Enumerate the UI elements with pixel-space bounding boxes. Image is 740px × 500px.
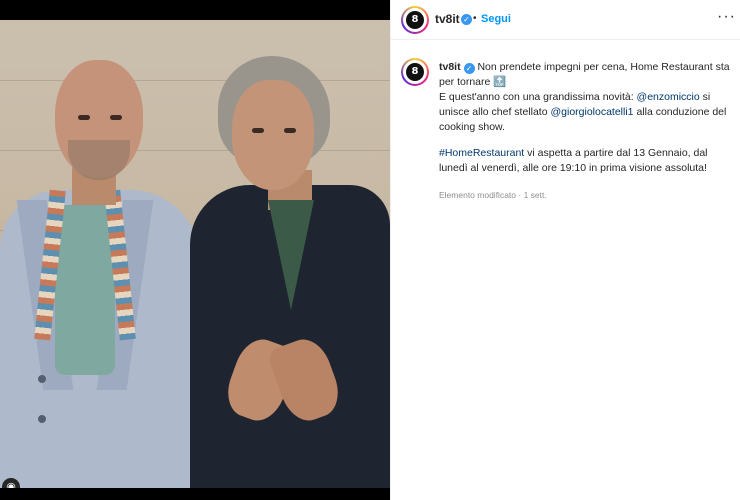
avatar-logo: 8 — [406, 11, 424, 29]
account-avatar[interactable]: 8 — [401, 6, 429, 34]
caption-line-1: Non prendete impegni per cena, Home Rest… — [439, 61, 730, 88]
caption-paragraph: tv8it ✓ Non prendete impegni per cena, H… — [439, 61, 730, 88]
verified-check-icon: ✓ — [461, 14, 472, 25]
post-side-panel: 8 tv8it ✓ • Segui ··· 8 tv8it ✓ Non pren… — [390, 0, 740, 500]
left-man-shirt — [55, 205, 115, 375]
right-man-head — [232, 80, 314, 190]
hashtag-homerestaurant[interactable]: #HomeRestaurant — [439, 147, 524, 159]
caption-avatar[interactable]: 8 — [401, 58, 429, 86]
caption-paragraph: E quest'anno con una grandissima novità:… — [439, 90, 735, 135]
left-man-eye — [110, 115, 122, 120]
follow-button[interactable]: Segui — [481, 13, 511, 25]
wall-line — [0, 80, 390, 81]
bottom-black-bar — [0, 488, 390, 500]
avatar-logo: 8 — [406, 63, 424, 81]
suit-button — [38, 375, 46, 383]
caption-paragraph: #HomeRestaurant vi aspetta a partire dal… — [439, 146, 735, 176]
caption-line-2-pre: E quest'anno con una grandissima novità: — [439, 91, 637, 103]
suit-button — [38, 415, 46, 423]
avatar-ring-inner: 8 — [403, 8, 427, 32]
avatar-ring-inner: 8 — [403, 60, 427, 84]
post-caption: tv8it ✓ Non prendete impegni per cena, H… — [439, 60, 735, 176]
right-man-eye — [284, 128, 296, 133]
top-black-bar — [0, 0, 390, 20]
post-header: 8 tv8it ✓ • Segui ··· — [391, 0, 740, 40]
separator-dot: • — [473, 13, 477, 24]
mention-enzomiccio[interactable]: @enzomiccio — [637, 91, 700, 103]
wall-line — [0, 150, 390, 151]
right-man-eye — [252, 128, 264, 133]
left-man-eye — [78, 115, 90, 120]
post-meta: Elemento modificato · 1 sett. — [439, 190, 547, 200]
header-username[interactable]: tv8it — [435, 12, 460, 26]
caption-username[interactable]: tv8it — [439, 61, 461, 73]
mention-giorgiolocatelli[interactable]: @giorgiolocatelli1 — [550, 106, 633, 118]
more-options-icon[interactable]: ··· — [717, 8, 736, 26]
verified-check-icon: ✓ — [463, 63, 475, 74]
post-photo[interactable]: ◉ — [0, 20, 390, 488]
